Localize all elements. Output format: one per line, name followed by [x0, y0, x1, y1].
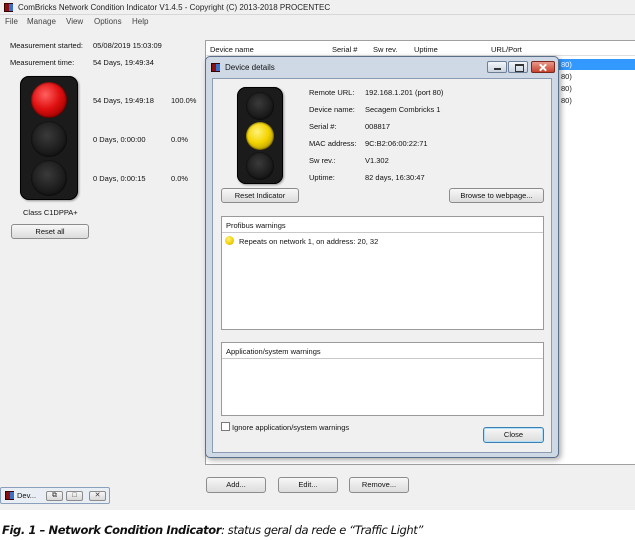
- figure-caption: Fig. 1 – Network Condition Indicator: st…: [2, 523, 423, 537]
- device-name-value: Secagem Combricks 1: [365, 105, 441, 114]
- window-title: ComBricks Network Condition Indicator V1…: [18, 3, 331, 12]
- remote-url-value: 192.168.1.201 (port 80): [365, 88, 444, 97]
- warning-icon: [225, 236, 234, 245]
- measurement-started-label: Measurement started:: [10, 41, 83, 50]
- col-uptime[interactable]: Uptime: [414, 45, 438, 54]
- minimize-button[interactable]: [487, 61, 507, 73]
- red-lamp: [246, 92, 274, 120]
- reset-all-button[interactable]: Reset all: [11, 224, 89, 239]
- measurement-time-value: 54 Days, 19:49:34: [93, 58, 154, 67]
- maximize-icon[interactable]: □: [66, 491, 83, 501]
- red-lamp: [31, 82, 67, 118]
- col-serial[interactable]: Serial #: [332, 45, 357, 54]
- green-duration: 0 Days, 0:00:15: [93, 174, 146, 183]
- dialog-icon: [211, 63, 220, 72]
- caption-rest: : status geral da rede e “Traffic Light”: [221, 523, 423, 537]
- device-name-label: Device name:: [309, 105, 355, 114]
- menu-options[interactable]: Options: [94, 17, 122, 26]
- application-warnings-box[interactable]: Application/system warnings: [221, 342, 544, 416]
- title-bar[interactable]: ComBricks Network Condition Indicator V1…: [0, 0, 635, 15]
- app-icon: [4, 3, 13, 12]
- browse-webpage-button[interactable]: Browse to webpage...: [449, 188, 544, 203]
- measurement-started-value: 05/08/2019 15:03:09: [93, 41, 162, 50]
- mac-address-label: MAC address:: [309, 139, 357, 148]
- green-lamp: [246, 152, 274, 180]
- restore-icon[interactable]: ⧉: [46, 491, 63, 501]
- remote-url-label: Remote URL:: [309, 88, 355, 97]
- network-traffic-light: [20, 76, 78, 200]
- class-label: Class C1DPPA+: [23, 208, 78, 217]
- table-row[interactable]: 80): [558, 59, 635, 70]
- mac-address-value: 9C:B2:06:00:22:71: [365, 139, 428, 148]
- uptime-label: Uptime:: [309, 173, 335, 182]
- menu-file[interactable]: File: [5, 17, 18, 26]
- application-warnings-divider: [222, 358, 543, 359]
- device-details-dialog: Device details Remote URL: 192.168.1.201…: [205, 56, 559, 458]
- dialog-body: Remote URL: 192.168.1.201 (port 80) Devi…: [212, 78, 552, 453]
- red-percent: 100.0%: [171, 96, 197, 105]
- table-row[interactable]: 80): [558, 95, 635, 106]
- maximize-button[interactable]: [508, 61, 528, 73]
- serial-value: 008817: [365, 122, 391, 131]
- uptime-value: 82 days, 16:30:47: [365, 173, 425, 182]
- device-traffic-light: [237, 87, 283, 184]
- yellow-lamp: [246, 122, 274, 150]
- green-percent: 0.0%: [171, 174, 189, 183]
- red-duration: 54 Days, 19:49:18: [93, 96, 154, 105]
- menu-bar: File Manage View Options Help: [0, 15, 635, 28]
- close-icon[interactable]: ✕: [89, 491, 106, 501]
- ignore-warnings-label[interactable]: Ignore application/system warnings: [232, 423, 349, 432]
- menu-manage[interactable]: Manage: [27, 17, 56, 26]
- profibus-warning-item[interactable]: Repeats on network 1, on address: 20, 32: [239, 237, 378, 246]
- remove-device-button[interactable]: Remove...: [349, 477, 409, 493]
- minimized-window[interactable]: Dev... ⧉ □ ✕: [0, 487, 110, 504]
- yellow-duration: 0 Days, 0:00:00: [93, 135, 146, 144]
- reset-indicator-button[interactable]: Reset Indicator: [221, 188, 299, 203]
- menu-view[interactable]: View: [66, 17, 83, 26]
- sw-rev-value: V1.302: [365, 156, 389, 165]
- minimized-window-title: Dev...: [17, 491, 37, 500]
- green-lamp: [31, 160, 67, 196]
- table-row[interactable]: 80): [558, 83, 635, 94]
- ignore-warnings-checkbox[interactable]: [221, 422, 230, 431]
- profibus-warnings-title: Profibus warnings: [226, 221, 286, 230]
- serial-label: Serial #:: [309, 122, 337, 131]
- edit-device-button[interactable]: Edit...: [278, 477, 338, 493]
- close-window-button[interactable]: [531, 61, 555, 73]
- profibus-warnings-box[interactable]: Profibus warnings Repeats on network 1, …: [221, 216, 544, 330]
- col-url-port[interactable]: URL/Port: [491, 45, 522, 54]
- application-warnings-title: Application/system warnings: [226, 347, 321, 356]
- measurement-time-label: Measurement time:: [10, 58, 75, 67]
- dialog-title: Device details: [225, 63, 275, 72]
- add-device-button[interactable]: Add...: [206, 477, 266, 493]
- table-row[interactable]: 80): [558, 71, 635, 82]
- yellow-lamp: [31, 121, 67, 157]
- col-device-name[interactable]: Device name: [210, 45, 254, 54]
- close-button[interactable]: Close: [483, 427, 544, 443]
- menu-help[interactable]: Help: [132, 17, 148, 26]
- col-sw-rev[interactable]: Sw rev.: [373, 45, 397, 54]
- profibus-warnings-divider: [222, 232, 543, 233]
- yellow-percent: 0.0%: [171, 135, 189, 144]
- app-icon: [5, 491, 14, 500]
- sw-rev-label: Sw rev.:: [309, 156, 336, 165]
- caption-bold: Fig. 1 – Network Condition Indicator: [2, 523, 222, 537]
